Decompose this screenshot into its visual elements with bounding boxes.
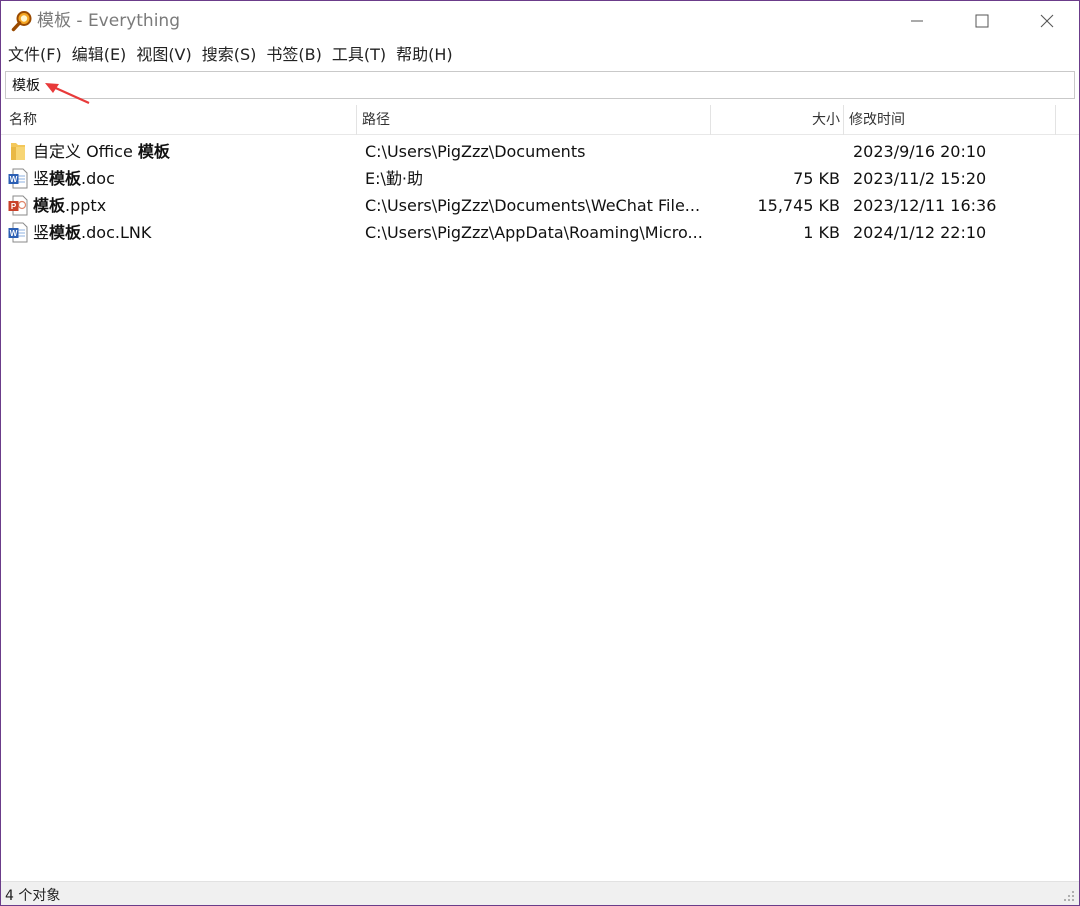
svg-text:W: W <box>10 175 18 184</box>
word-document-icon: W <box>8 222 28 243</box>
column-header-path[interactable]: 路径 <box>362 105 390 135</box>
file-path: C:\Users\PigZzz\AppData\Roaming\Micro... <box>365 223 703 242</box>
file-path: E:\勤·助 <box>365 169 423 188</box>
status-bar: 4 个对象 <box>1 881 1079 905</box>
file-date: 2023/9/16 20:10 <box>853 142 987 161</box>
column-separator[interactable] <box>356 105 357 135</box>
everything-magnifier-icon <box>11 11 32 32</box>
resize-grip-icon[interactable] <box>1063 890 1075 902</box>
file-date: 2023/12/11 16:36 <box>853 196 997 215</box>
file-name: 竖模板.doc.LNK <box>33 223 152 242</box>
word-document-icon: W <box>8 168 28 189</box>
minimize-icon <box>911 20 923 22</box>
file-path: C:\Users\PigZzz\Documents <box>365 142 586 161</box>
close-button[interactable] <box>1015 1 1079 41</box>
close-icon <box>1040 14 1054 28</box>
maximize-icon <box>975 14 989 28</box>
status-text: 4 个对象 <box>5 888 61 904</box>
column-header-size[interactable]: 大小 <box>713 105 840 135</box>
column-separator[interactable] <box>1055 105 1056 135</box>
result-row[interactable]: W 竖模板.doc.LNK C:\Users\PigZzz\AppData\Ro… <box>1 219 1079 246</box>
menu-search[interactable]: 搜索(S) <box>197 42 262 68</box>
powerpoint-file-icon: P <box>8 195 28 216</box>
file-date: 2023/11/2 15:20 <box>853 169 987 188</box>
search-box <box>5 71 1075 99</box>
window-title: 模板 - Everything <box>37 11 180 31</box>
result-row[interactable]: W 竖模板.doc E:\勤·助 75 KB 2023/11/2 15:20 <box>1 165 1079 192</box>
maximize-button[interactable] <box>950 1 1014 41</box>
file-name: 竖模板.doc <box>33 169 115 188</box>
menu-bookmarks[interactable]: 书签(B) <box>261 42 326 68</box>
file-size <box>713 138 840 165</box>
column-header-date[interactable]: 修改时间 <box>849 105 905 135</box>
column-header-name[interactable]: 名称 <box>9 105 37 135</box>
folder-icon <box>11 143 25 160</box>
menu-bar: 文件(F) 编辑(E) 视图(V) 搜索(S) 书签(B) 工具(T) 帮助(H… <box>1 41 1079 69</box>
search-input[interactable] <box>6 72 1074 98</box>
minimize-button[interactable] <box>885 1 949 41</box>
everything-window: 模板 - Everything 文件(F) 编辑(E) 视图(V) 搜索(S) … <box>0 0 1080 906</box>
svg-text:P: P <box>11 202 17 211</box>
file-size: 75 KB <box>793 169 840 188</box>
menu-view[interactable]: 视图(V) <box>131 42 196 68</box>
svg-text:W: W <box>10 229 18 238</box>
file-size: 15,745 KB <box>757 196 840 215</box>
results-list: 自定义 Office 模板 C:\Users\PigZzz\Documents … <box>1 138 1079 246</box>
result-row[interactable]: P 模板.pptx C:\Users\PigZzz\Documents\WeCh… <box>1 192 1079 219</box>
result-row[interactable]: 自定义 Office 模板 C:\Users\PigZzz\Documents … <box>1 138 1079 165</box>
file-name: 自定义 Office 模板 <box>33 142 170 161</box>
file-size: 1 KB <box>803 223 840 242</box>
menu-tools[interactable]: 工具(T) <box>327 42 391 68</box>
column-separator[interactable] <box>710 105 711 135</box>
file-name: 模板.pptx <box>33 196 107 215</box>
column-header: 名称 路径 大小 修改时间 <box>1 105 1079 135</box>
file-date: 2024/1/12 22:10 <box>853 223 987 242</box>
menu-help[interactable]: 帮助(H) <box>391 42 458 68</box>
menu-file[interactable]: 文件(F) <box>3 42 67 68</box>
column-separator[interactable] <box>843 105 844 135</box>
title-bar[interactable]: 模板 - Everything <box>1 1 1079 41</box>
annotation-arrow-icon <box>45 83 90 105</box>
menu-edit[interactable]: 编辑(E) <box>67 42 132 68</box>
file-path: C:\Users\PigZzz\Documents\WeChat File... <box>365 196 701 215</box>
